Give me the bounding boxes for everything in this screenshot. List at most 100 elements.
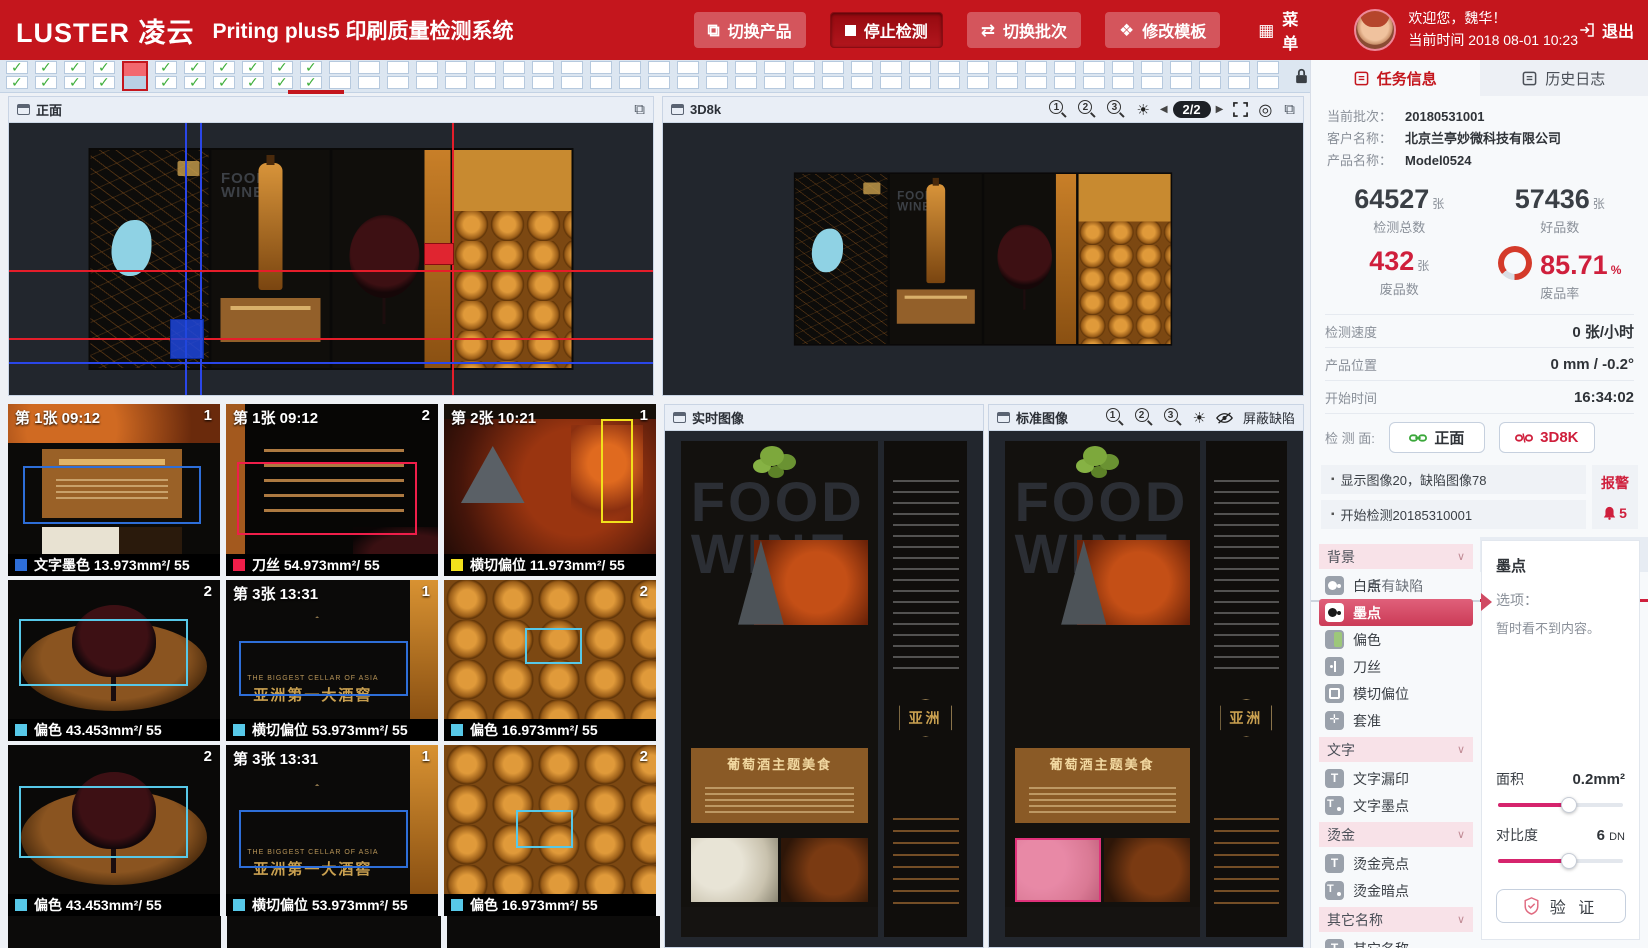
filmstrip-cell-selected[interactable]: [122, 61, 148, 91]
sheet-check-top[interactable]: [6, 61, 28, 74]
sheet-check-top[interactable]: [1257, 61, 1279, 74]
sheet-check-bottom[interactable]: [35, 76, 57, 89]
next-page-icon[interactable]: ▶: [1216, 104, 1224, 115]
filmstrip-cell[interactable]: [416, 61, 438, 91]
sheet-check-bottom[interactable]: [938, 76, 960, 89]
threed-panel-image[interactable]: FOODWINE: [663, 123, 1303, 395]
area-slider-knob[interactable]: [1561, 797, 1577, 813]
logout-button[interactable]: 退出: [1578, 18, 1634, 42]
filmstrip-cell[interactable]: [1025, 61, 1047, 91]
category-item-白点[interactable]: 白点: [1319, 572, 1473, 599]
zoom-1-icon[interactable]: 1: [1106, 408, 1125, 427]
filmstrip-cell[interactable]: [822, 61, 844, 91]
brightness-icon[interactable]: ☀: [1136, 101, 1149, 119]
sheet-check-bottom[interactable]: [358, 76, 380, 89]
sheet-check-top[interactable]: [1112, 61, 1134, 74]
sheet-check-top[interactable]: [358, 61, 380, 74]
avatar[interactable]: [1354, 9, 1396, 51]
target-icon[interactable]: ◎: [1258, 100, 1272, 120]
sheet-check-bottom[interactable]: [1025, 76, 1047, 89]
sheet-check-top[interactable]: [822, 61, 844, 74]
defect-thumbnail[interactable]: THE BIGGEST CELLAR OF ASIA亚洲第一大酒窖第 3张 13…: [226, 745, 438, 916]
sheet-check-top[interactable]: [64, 61, 86, 74]
sheet-check-top[interactable]: [996, 61, 1018, 74]
sheet-check-bottom[interactable]: [677, 76, 699, 89]
prev-page-icon[interactable]: ◀: [1160, 104, 1168, 115]
sheet-check-top[interactable]: [271, 61, 293, 74]
sheet-check-top[interactable]: [416, 61, 438, 74]
sheet-check-top[interactable]: [1083, 61, 1105, 74]
category-item-烫金暗点[interactable]: 烫金暗点: [1319, 877, 1473, 904]
category-group-文字[interactable]: 文字∨: [1319, 737, 1473, 762]
sheet-check-top[interactable]: [1025, 61, 1047, 74]
edit-template-button[interactable]: ❖修改模板: [1105, 12, 1220, 48]
category-item-文字漏印[interactable]: 文字漏印: [1319, 765, 1473, 792]
defect-thumbnail[interactable]: 第 1张 09:121文字墨色 13.973mm²/ 55: [8, 404, 220, 576]
filmstrip-cell[interactable]: [1170, 61, 1192, 91]
sheet-check-bottom[interactable]: [271, 76, 293, 89]
sheet-check-top[interactable]: [561, 61, 583, 74]
sheet-check-bottom[interactable]: [619, 76, 641, 89]
filmstrip-cell[interactable]: [1228, 61, 1250, 91]
sheet-check-top[interactable]: [329, 61, 351, 74]
filmstrip-cell[interactable]: [909, 61, 931, 91]
sheet-check-top[interactable]: [184, 61, 206, 74]
sheet-check-top[interactable]: [35, 61, 57, 74]
sheet-check-bottom[interactable]: [1199, 76, 1221, 89]
filmstrip-cell[interactable]: [532, 61, 554, 91]
filmstrip-cell[interactable]: [184, 61, 206, 91]
filmstrip-cell[interactable]: [242, 61, 264, 91]
filmstrip-cell[interactable]: [938, 61, 960, 91]
filmstrip-cell[interactable]: [474, 61, 496, 91]
filmstrip-cell[interactable]: [851, 61, 873, 91]
filmstrip-cell[interactable]: [155, 61, 177, 91]
filmstrip-cell[interactable]: [329, 61, 351, 91]
category-item-模切偏位[interactable]: 模切偏位: [1319, 680, 1473, 707]
sheet-check-top[interactable]: [735, 61, 757, 74]
standard-panel-image[interactable]: FOODWINE 葡萄酒主题美食 亚洲: [989, 431, 1303, 947]
sidebar-tab-history-log[interactable]: 历史日志: [1480, 60, 1648, 96]
filmstrip-cell[interactable]: [967, 61, 989, 91]
sheet-check-top[interactable]: [938, 61, 960, 74]
sheet-check-bottom[interactable]: [1228, 76, 1250, 89]
filmstrip-cell[interactable]: [300, 61, 322, 91]
filmstrip-cell[interactable]: [445, 61, 467, 91]
sheet-check-top[interactable]: [880, 61, 902, 74]
sheet-check-bottom[interactable]: [64, 76, 86, 89]
front-panel-image[interactable]: FOODWINE: [9, 123, 653, 395]
filmstrip-cell[interactable]: [619, 61, 641, 91]
sheet-check-top[interactable]: [677, 61, 699, 74]
filmstrip-cell[interactable]: [996, 61, 1018, 91]
face-front-button[interactable]: 正面: [1389, 422, 1485, 453]
defect-thumbnail[interactable]: 第 1张 09:122刀丝 54.973mm²/ 55: [226, 404, 438, 576]
sheet-check-bottom[interactable]: [1083, 76, 1105, 89]
switch-batch-button[interactable]: ⇄切换批次: [967, 12, 1081, 48]
filmstrip-cell[interactable]: [590, 61, 612, 91]
filmstrip-cell[interactable]: [6, 61, 28, 91]
zoom-2-icon[interactable]: 2: [1135, 408, 1154, 427]
switch-product-button[interactable]: ⧉切换产品: [694, 12, 806, 48]
sheet-check-top[interactable]: [648, 61, 670, 74]
sheet-check-top[interactable]: [1228, 61, 1250, 74]
sheet-check-bottom[interactable]: [1054, 76, 1076, 89]
sheet-check-top[interactable]: [532, 61, 554, 74]
sheet-check-bottom[interactable]: [242, 76, 264, 89]
sheet-check-bottom[interactable]: [561, 76, 583, 89]
filmstrip-cell[interactable]: [561, 61, 583, 91]
sheet-check-top[interactable]: [242, 61, 264, 74]
defect-thumbnail[interactable]: 2偏色 16.973mm²/ 55: [444, 745, 656, 916]
sheet-check-bottom[interactable]: [155, 76, 177, 89]
filmstrip-cell[interactable]: [358, 61, 380, 91]
sheet-check-top[interactable]: [1141, 61, 1163, 74]
fullscreen-icon[interactable]: [1233, 102, 1248, 117]
category-item-套准[interactable]: 套准: [1319, 707, 1473, 734]
defect-thumbnail[interactable]: 2偏色 43.453mm²/ 55: [8, 745, 220, 916]
sheet-check-bottom[interactable]: [851, 76, 873, 89]
sheet-check-top[interactable]: [387, 61, 409, 74]
sheet-check-bottom[interactable]: [532, 76, 554, 89]
sheet-check-bottom[interactable]: [93, 76, 115, 89]
filmstrip-cell[interactable]: [677, 61, 699, 91]
sheet-check-bottom[interactable]: [822, 76, 844, 89]
filmstrip-cell[interactable]: [64, 61, 86, 91]
sheet-check-top[interactable]: [909, 61, 931, 74]
